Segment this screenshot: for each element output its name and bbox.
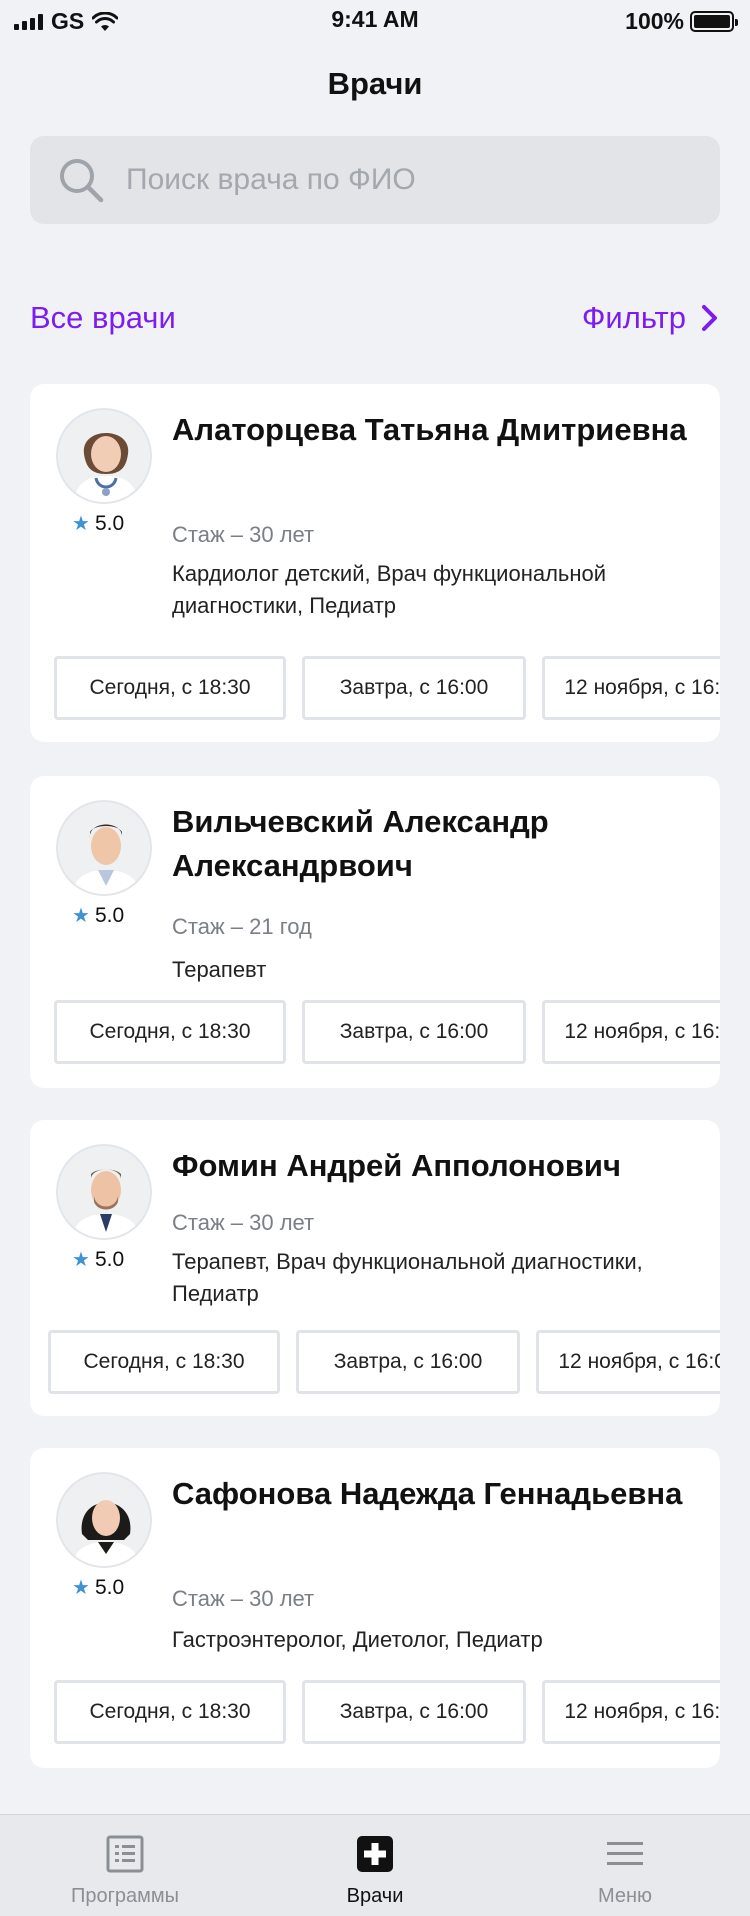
search-icon bbox=[60, 159, 104, 203]
time-slot[interactable]: 12 ноября, с 16:00 bbox=[542, 656, 720, 720]
search-input[interactable] bbox=[126, 163, 686, 197]
battery-icon bbox=[690, 11, 738, 32]
doctor-card[interactable]: ★ 5.0 Вильчевский Александр Александрвои… bbox=[30, 776, 720, 1088]
doctor-avatar bbox=[56, 1472, 152, 1568]
page-title: Врачи bbox=[327, 66, 423, 101]
search-bar[interactable] bbox=[30, 136, 720, 224]
star-icon: ★ bbox=[72, 1577, 90, 1599]
rating: ★ 5.0 bbox=[72, 1247, 124, 1272]
tab-label: Программы bbox=[70, 1885, 180, 1907]
doctor-specialties: Терапевт bbox=[172, 957, 267, 982]
rating: ★ 5.0 bbox=[72, 903, 124, 928]
rating-value: 5.0 bbox=[94, 1575, 125, 1599]
all-doctors-link[interactable]: Все врачи bbox=[30, 300, 176, 336]
menu-icon bbox=[607, 1842, 643, 1865]
tab-label: Меню bbox=[597, 1885, 653, 1907]
star-icon: ★ bbox=[72, 1249, 90, 1271]
doctor-name: Фомин Андрей Апполонович bbox=[172, 1148, 621, 1183]
time-slot[interactable]: Завтра, с 16:00 bbox=[296, 1330, 520, 1394]
time-slot[interactable]: Сегодня, с 18:30 bbox=[54, 1680, 286, 1744]
star-icon: ★ bbox=[72, 513, 90, 535]
tab-doctors[interactable]: Врачи bbox=[250, 1815, 500, 1916]
doctor-experience: Стаж – 30 лет bbox=[172, 522, 315, 547]
doctor-name: Вильчевский Александр Александрвоич bbox=[172, 804, 549, 883]
rating: ★ 5.0 bbox=[72, 511, 124, 536]
time-slot[interactable]: Сегодня, с 18:30 bbox=[48, 1330, 280, 1394]
time-slot[interactable]: 12 ноября, с 16:00 bbox=[542, 1680, 720, 1744]
rating-value: 5.0 bbox=[94, 1247, 125, 1271]
time-slots: Сегодня, с 18:30 Завтра, с 16:00 12 нояб… bbox=[54, 656, 720, 720]
doctor-specialties: Терапевт, Врач функциональной диагностик… bbox=[172, 1249, 643, 1306]
battery-percent: 100% bbox=[625, 8, 684, 34]
doctor-experience: Стаж – 21 год bbox=[172, 914, 312, 939]
list-icon bbox=[106, 1835, 144, 1873]
doctor-experience: Стаж – 30 лет bbox=[172, 1586, 315, 1611]
time-slots: Сегодня, с 18:30 Завтра, с 16:00 12 нояб… bbox=[48, 1330, 720, 1394]
doctor-experience: Стаж – 30 лет bbox=[172, 1210, 315, 1235]
rating: ★ 5.0 bbox=[72, 1575, 124, 1600]
star-icon: ★ bbox=[72, 905, 90, 927]
doctor-avatar bbox=[56, 1144, 152, 1240]
time-slot[interactable]: Сегодня, с 18:30 bbox=[54, 1000, 286, 1064]
doctor-card[interactable]: ★ 5.0 Фомин Андрей Апполонович Стаж – 30… bbox=[30, 1120, 720, 1416]
medical-cross-icon bbox=[357, 1836, 393, 1872]
status-bar: GS 9:41 AM 100% bbox=[0, 0, 750, 40]
section-header: Все врачи Фильтр bbox=[30, 300, 720, 336]
rating-value: 5.0 bbox=[94, 511, 125, 535]
tab-label: Врачи bbox=[346, 1885, 404, 1907]
chevron-right-icon bbox=[702, 305, 717, 331]
time-slot[interactable]: Сегодня, с 18:30 bbox=[54, 656, 286, 720]
time-slots: Сегодня, с 18:30 Завтра, с 16:00 12 нояб… bbox=[54, 1000, 720, 1064]
time-slot[interactable]: Завтра, с 16:00 bbox=[302, 656, 526, 720]
doctor-name: Сафонова Надежда Геннадьевна bbox=[172, 1476, 683, 1511]
filter-label: Фильтр bbox=[581, 300, 686, 335]
battery-area: 100% bbox=[625, 8, 738, 35]
doctor-avatar bbox=[56, 408, 152, 504]
doctor-avatar bbox=[56, 800, 152, 896]
tab-programs[interactable]: Программы bbox=[0, 1815, 250, 1916]
tab-menu[interactable]: Меню bbox=[500, 1815, 750, 1916]
tab-bar: Программы Врачи Меню bbox=[0, 1814, 750, 1916]
doctor-card[interactable]: ★ 5.0 Сафонова Надежда Геннадьевна Стаж … bbox=[30, 1448, 720, 1768]
doctor-specialties: Гастроэнтеролог, Диетолог, Педиатр bbox=[172, 1627, 543, 1652]
filter-button[interactable]: Фильтр bbox=[582, 300, 720, 336]
doctor-name: Алаторцева Татьяна Дмитриевна bbox=[172, 412, 687, 447]
time-slot[interactable]: Завтра, с 16:00 bbox=[302, 1000, 526, 1064]
rating-value: 5.0 bbox=[94, 903, 125, 927]
doctor-card[interactable]: ★ 5.0 Алаторцева Татьяна Дмитриевна Стаж… bbox=[30, 384, 720, 742]
time-slots: Сегодня, с 18:30 Завтра, с 16:00 12 нояб… bbox=[54, 1680, 720, 1744]
time-slot[interactable]: 12 ноября, с 16:00 bbox=[542, 1000, 720, 1064]
time-slot[interactable]: Завтра, с 16:00 bbox=[302, 1680, 526, 1744]
time-slot[interactable]: 12 ноября, с 16:00 bbox=[536, 1330, 720, 1394]
doctor-specialties: Кардиолог детский, Врач функциональной д… bbox=[172, 561, 607, 618]
